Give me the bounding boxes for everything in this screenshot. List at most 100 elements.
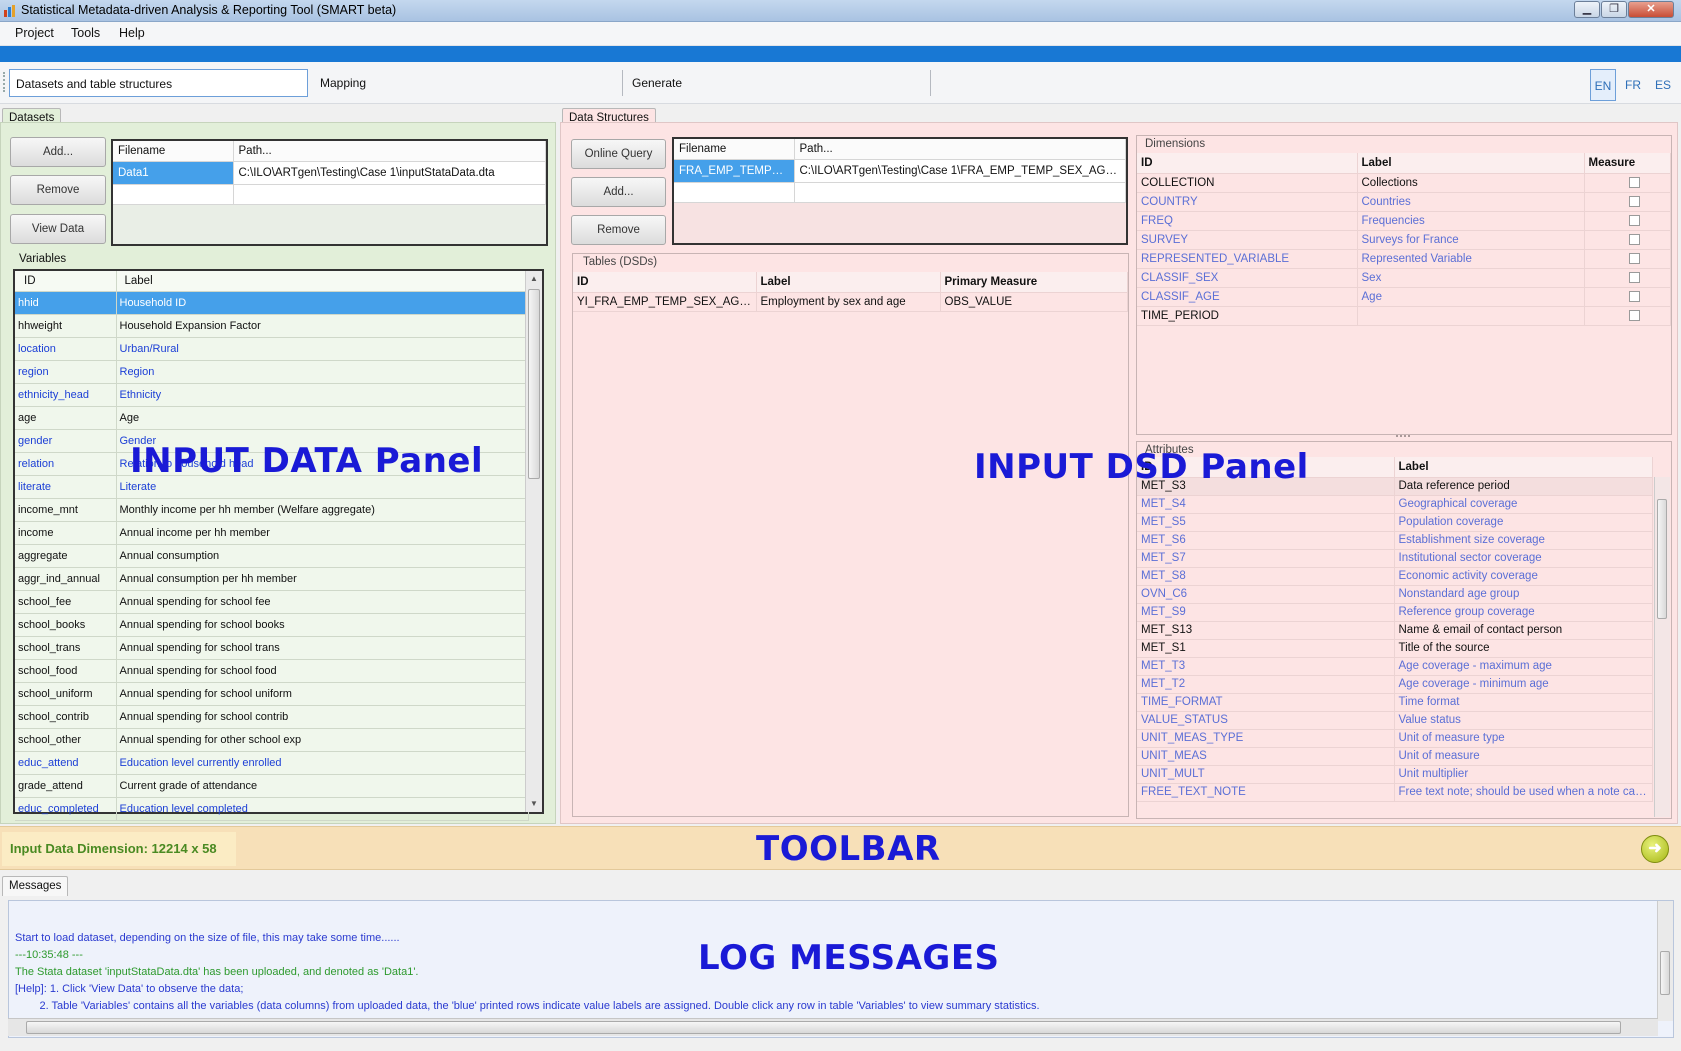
variable-label[interactable]: Education level currently enrolled <box>116 751 529 775</box>
variable-row[interactable]: ethnicity_head Ethnicity <box>15 383 529 407</box>
attribute-label[interactable]: Unit multiplier <box>1394 765 1653 784</box>
attribute-label[interactable]: Institutional sector coverage <box>1394 549 1653 568</box>
table-measure[interactable]: OBS_VALUE <box>940 292 1128 312</box>
variable-row[interactable]: region Region <box>15 360 529 384</box>
attribute-label[interactable]: Name & email of contact person <box>1394 621 1653 640</box>
variable-label[interactable]: Ethnicity <box>116 383 529 407</box>
dimension-id[interactable]: TIME_PERIOD <box>1137 306 1358 326</box>
attribute-row[interactable]: MET_S6 Establishment size coverage <box>1137 531 1653 550</box>
add-dataset-button[interactable]: Add... <box>10 137 106 167</box>
attribute-label[interactable]: Title of the source <box>1394 639 1653 658</box>
variable-label[interactable]: Annual spending for other school exp <box>116 728 529 752</box>
variable-id[interactable]: educ_completed <box>15 797 117 821</box>
attribute-label[interactable]: Nonstandard age group <box>1394 585 1653 604</box>
variable-row[interactable]: hhweight Household Expansion Factor <box>15 314 529 338</box>
dimension-label[interactable]: Age <box>1357 287 1585 307</box>
dimension-label[interactable]: Sex <box>1357 268 1585 288</box>
variable-label[interactable]: Annual spending for school fee <box>116 590 529 614</box>
dimension-label[interactable]: Represented Variable <box>1357 249 1585 269</box>
scroll-thumb[interactable] <box>1657 499 1667 619</box>
attribute-row[interactable]: TIME_FORMAT Time format <box>1137 693 1653 712</box>
variable-label[interactable]: Annual spending for school food <box>116 659 529 683</box>
variable-id[interactable]: aggregate <box>15 544 117 568</box>
attribute-id[interactable]: UNIT_MEAS <box>1137 747 1395 766</box>
variable-id[interactable]: hhweight <box>15 314 117 338</box>
structure-path[interactable]: C:\ILO\ARTgen\Testing\Case 1\FRA_EMP_TEM… <box>794 159 1126 183</box>
lang-fr[interactable]: FR <box>1620 69 1646 101</box>
variable-row[interactable]: school_other Annual spending for other sc… <box>15 728 529 752</box>
attribute-id[interactable]: MET_S9 <box>1137 603 1395 622</box>
attribute-label[interactable]: Establishment size coverage <box>1394 531 1653 550</box>
variable-id[interactable]: income <box>15 521 117 545</box>
variable-id[interactable]: age <box>15 406 117 430</box>
attribute-row[interactable]: UNIT_MEAS_TYPE Unit of measure type <box>1137 729 1653 748</box>
variable-label[interactable]: Annual spending for school contrib <box>116 705 529 729</box>
scroll-down-icon[interactable]: ▼ <box>526 796 542 812</box>
col-label[interactable]: Label <box>756 272 941 293</box>
variable-row[interactable]: location Urban/Rural <box>15 337 529 361</box>
attribute-label[interactable]: Unit of measure type <box>1394 729 1653 748</box>
dimension-row[interactable]: COLLECTION Collections <box>1137 173 1671 193</box>
dimension-row[interactable]: TIME_PERIOD <box>1137 306 1671 326</box>
dimension-id[interactable]: CLASSIF_AGE <box>1137 287 1358 307</box>
attribute-label[interactable]: Age coverage - minimum age <box>1394 675 1653 694</box>
menu-tools[interactable]: Tools <box>71 26 100 40</box>
variable-row[interactable]: aggregate Annual consumption <box>15 544 529 568</box>
col-path[interactable]: Path... <box>794 139 1126 160</box>
scroll-thumb[interactable] <box>528 289 540 479</box>
close-button[interactable]: ✕ <box>1628 1 1674 18</box>
variable-row[interactable]: school_trans Annual spending for school t… <box>15 636 529 660</box>
attribute-id[interactable]: FREE_TEXT_NOTE <box>1137 783 1395 802</box>
attribute-id[interactable]: OVN_C6 <box>1137 585 1395 604</box>
variable-id[interactable]: school_food <box>15 659 117 683</box>
attribute-id[interactable]: MET_S4 <box>1137 495 1395 514</box>
attribute-label[interactable]: Value status <box>1394 711 1653 730</box>
attribute-row[interactable]: FREE_TEXT_NOTE Free text note; should be … <box>1137 783 1653 802</box>
variable-row[interactable]: income Annual income per hh member <box>15 521 529 545</box>
attribute-id[interactable]: MET_T2 <box>1137 675 1395 694</box>
attribute-label[interactable]: Unit of measure <box>1394 747 1653 766</box>
remove-structure-button[interactable]: Remove <box>571 215 666 245</box>
col-label[interactable]: Label <box>1394 457 1653 478</box>
variable-id[interactable]: educ_attend <box>15 751 117 775</box>
variable-label[interactable]: Annual spending for school trans <box>116 636 529 660</box>
col-id[interactable]: ID <box>573 272 757 293</box>
attribute-row[interactable]: MET_S13 Name & email of contact person <box>1137 621 1653 640</box>
variable-label[interactable]: Monthly income per hh member (Welfare ag… <box>116 498 529 522</box>
step-mapping[interactable]: Mapping <box>314 69 614 97</box>
attribute-row[interactable]: UNIT_MEAS Unit of measure <box>1137 747 1653 766</box>
dimension-id[interactable]: COUNTRY <box>1137 192 1358 212</box>
col-id[interactable]: ID <box>1137 153 1358 174</box>
variable-row[interactable]: income_mnt Monthly income per hh member (… <box>15 498 529 522</box>
attribute-label[interactable]: Economic activity coverage <box>1394 567 1653 586</box>
dimension-row[interactable]: SURVEY Surveys for France <box>1137 230 1671 250</box>
variable-id[interactable]: school_trans <box>15 636 117 660</box>
variable-label[interactable]: Annual income per hh member <box>116 521 529 545</box>
attribute-row[interactable]: MET_S4 Geographical coverage <box>1137 495 1653 514</box>
dimension-row[interactable]: CLASSIF_SEX Sex <box>1137 268 1671 288</box>
variable-id[interactable]: location <box>15 337 117 361</box>
col-measure[interactable]: Measure <box>1584 153 1671 174</box>
variable-label[interactable]: Current grade of attendance <box>116 774 529 798</box>
dimension-row[interactable]: COUNTRY Countries <box>1137 192 1671 212</box>
variable-id[interactable]: aggr_ind_annual <box>15 567 117 591</box>
structure-filename[interactable]: FRA_EMP_TEMP_S... <box>674 159 795 183</box>
variable-row[interactable]: grade_attend Current grade of attendance <box>15 774 529 798</box>
variable-row[interactable]: educ_attend Education level currently enr… <box>15 751 529 775</box>
table-label[interactable]: Employment by sex and age <box>756 292 941 312</box>
dimension-id[interactable]: SURVEY <box>1137 230 1358 250</box>
minimize-button[interactable]: ▁ <box>1574 1 1600 18</box>
dimension-label[interactable]: Frequencies <box>1357 211 1585 231</box>
variable-row[interactable]: school_books Annual spending for school b… <box>15 613 529 637</box>
dimension-id[interactable]: REPRESENTED_VARIABLE <box>1137 249 1358 269</box>
variable-row[interactable]: hhid Household ID <box>15 291 529 315</box>
attribute-row[interactable]: MET_T2 Age coverage - minimum age <box>1137 675 1653 694</box>
variable-label[interactable]: Age <box>116 406 529 430</box>
step-generate[interactable]: Generate <box>626 69 926 97</box>
dataset-filename[interactable]: Data1 <box>113 161 234 185</box>
attribute-id[interactable]: VALUE_STATUS <box>1137 711 1395 730</box>
attribute-id[interactable]: MET_T3 <box>1137 657 1395 676</box>
col-filename[interactable]: Filename <box>113 141 234 162</box>
attribute-id[interactable]: MET_S6 <box>1137 531 1395 550</box>
dimension-row[interactable]: REPRESENTED_VARIABLE Represented Variable <box>1137 249 1671 269</box>
